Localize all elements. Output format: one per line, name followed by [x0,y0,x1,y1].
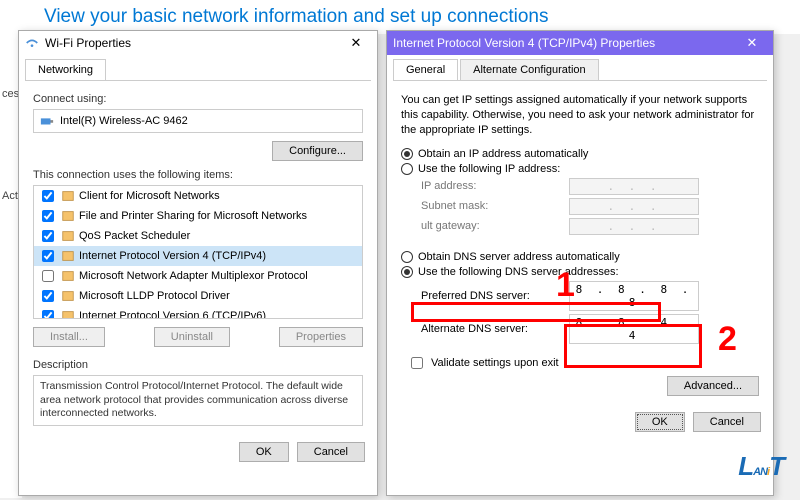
tab-general[interactable]: General [393,59,458,80]
checkbox-icon[interactable] [42,210,54,222]
annotation-box-dns-radio [411,302,661,322]
gateway-input: . . . [569,218,699,235]
protocol-icon [61,209,75,223]
checkbox-icon[interactable] [42,230,54,242]
checkbox-icon[interactable] [42,290,54,302]
radio-ip-auto[interactable]: Obtain an IP address automatically [401,148,759,160]
item-label: Internet Protocol Version 4 (TCP/IPv4) [79,250,266,262]
ip-address-input: . . . [569,178,699,195]
gateway-label: ult gateway: [421,220,561,232]
adapter-icon [40,114,54,128]
annotation-1: 1 [556,266,575,305]
ipv4-tabs: General Alternate Configuration [393,59,767,81]
wifi-properties-window: Wi-Fi Properties ✕ Networking Connect us… [18,30,378,496]
list-item[interactable]: File and Printer Sharing for Microsoft N… [34,206,362,226]
item-label: Microsoft Network Adapter Multiplexor Pr… [79,270,308,282]
wifi-tabs: Networking [25,59,371,81]
uninstall-button[interactable]: Uninstall [154,327,230,347]
cancel-button[interactable]: Cancel [693,412,761,432]
item-label: Microsoft LLDP Protocol Driver [79,290,230,302]
list-item[interactable]: Client for Microsoft Networks [34,186,362,206]
alternate-dns-label: Alternate DNS server: [421,323,561,335]
checkbox-icon[interactable] [42,270,54,282]
radio-icon [401,163,413,175]
ip-address-label: IP address: [421,180,561,192]
wifi-icon [25,36,39,50]
protocol-icon [61,269,75,283]
close-icon[interactable]: ✕ [737,35,767,51]
adapter-box: Intel(R) Wireless-AC 9462 [33,109,363,133]
list-item[interactable]: QoS Packet Scheduler [34,226,362,246]
ipv4-properties-window: Internet Protocol Version 4 (TCP/IPv4) P… [386,30,774,496]
network-items-list[interactable]: Client for Microsoft Networks File and P… [33,185,363,319]
properties-button[interactable]: Properties [279,327,363,347]
adapter-name: Intel(R) Wireless-AC 9462 [60,115,188,127]
list-item[interactable]: Microsoft LLDP Protocol Driver [34,286,362,306]
item-label: Client for Microsoft Networks [79,190,220,202]
radio-ip-manual[interactable]: Use the following IP address: [401,163,759,175]
checkbox-icon[interactable] [42,310,54,319]
item-label: QoS Packet Scheduler [79,230,190,242]
radio-icon [401,148,413,160]
subnet-input: . . . [569,198,699,215]
ipv4-title: Internet Protocol Version 4 (TCP/IPv4) P… [393,36,737,50]
checkbox-icon[interactable] [411,357,423,369]
install-button[interactable]: Install... [33,327,105,347]
preferred-dns-label: Preferred DNS server: [421,290,561,302]
description-label: Description [33,359,363,371]
annotation-2: 2 [718,320,737,359]
list-item[interactable]: Microsoft Network Adapter Multiplexor Pr… [34,266,362,286]
ok-button[interactable]: OK [239,442,289,462]
annotation-box-dns-inputs [564,324,702,368]
close-icon[interactable]: ✕ [341,35,371,51]
protocol-icon [61,229,75,243]
connect-using-label: Connect using: [33,93,363,105]
radio-dns-manual[interactable]: Use the following DNS server addresses: [401,266,759,278]
protocol-icon [61,249,75,263]
protocol-icon [61,309,75,319]
wifi-titlebar: Wi-Fi Properties ✕ [19,31,377,55]
cancel-button[interactable]: Cancel [297,442,365,462]
radio-dns-auto[interactable]: Obtain DNS server address automatically [401,251,759,263]
item-label: Internet Protocol Version 6 (TCP/IPv6) [79,310,266,319]
radio-icon [401,251,413,263]
list-item[interactable]: Internet Protocol Version 4 (TCP/IPv4) [34,246,362,266]
watermark-logo: LANiT [738,451,784,482]
advanced-button[interactable]: Advanced... [667,376,759,396]
tab-networking[interactable]: Networking [25,59,106,80]
page-header: View your basic network information and … [0,0,800,34]
list-item[interactable]: Internet Protocol Version 6 (TCP/IPv6) [34,306,362,319]
protocol-icon [61,289,75,303]
subnet-label: Subnet mask: [421,200,561,212]
ipv4-titlebar: Internet Protocol Version 4 (TCP/IPv4) P… [387,31,773,55]
items-label: This connection uses the following items… [33,169,363,181]
tab-alternate[interactable]: Alternate Configuration [460,59,599,80]
ok-button[interactable]: OK [635,412,685,432]
item-label: File and Printer Sharing for Microsoft N… [79,210,307,222]
radio-icon [401,266,413,278]
wifi-title: Wi-Fi Properties [45,36,341,50]
checkbox-icon[interactable] [42,250,54,262]
checkbox-icon[interactable] [42,190,54,202]
configure-button[interactable]: Configure... [272,141,363,161]
protocol-icon [61,189,75,203]
description-text: Transmission Control Protocol/Internet P… [33,375,363,426]
ipv4-intro: You can get IP settings assigned automat… [401,93,759,138]
